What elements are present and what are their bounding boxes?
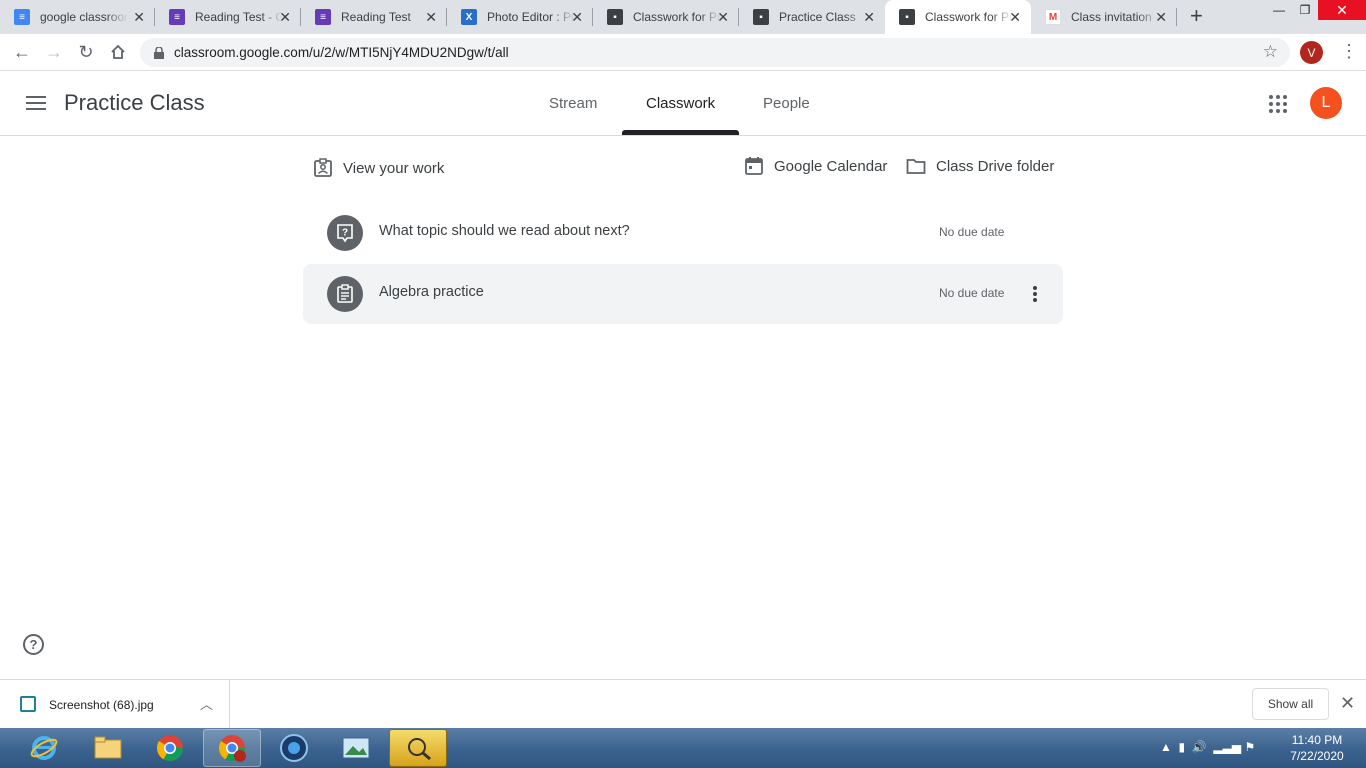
photo-viewer-icon[interactable] bbox=[327, 729, 385, 767]
media-player-icon[interactable] bbox=[265, 729, 323, 767]
close-download-bar-icon[interactable]: ✕ bbox=[1340, 693, 1355, 714]
tab-title: Reading Test bbox=[341, 10, 411, 24]
snipping-tool-icon[interactable] bbox=[389, 729, 447, 767]
internet-explorer-icon[interactable] bbox=[15, 729, 73, 767]
question-icon: ? bbox=[327, 215, 363, 251]
close-tab-icon[interactable]: ✕ bbox=[425, 9, 437, 25]
classwork-item-title: What topic should we read about next? bbox=[379, 223, 630, 239]
lock-icon bbox=[154, 46, 164, 59]
class-drive-folder-label: Class Drive folder bbox=[936, 157, 1055, 175]
page-title[interactable]: Practice Class bbox=[64, 90, 205, 116]
address-bar[interactable]: classroom.google.com/u/2/w/MTI5NjY4MDU2N… bbox=[140, 38, 1290, 67]
pixlr-icon: X bbox=[461, 9, 477, 25]
taskbar-clock[interactable]: 11:40 PM 7/22/2020 bbox=[1282, 732, 1352, 764]
classroom-header: Practice Class Stream Classwork People L bbox=[0, 71, 1366, 136]
assignment-icon bbox=[327, 276, 363, 312]
bookmark-star-icon[interactable]: ☆ bbox=[1263, 42, 1278, 62]
calendar-icon bbox=[745, 157, 763, 175]
browser-tab[interactable]: M Class invitation ✕ bbox=[1031, 0, 1177, 34]
home-icon[interactable] bbox=[107, 41, 129, 63]
help-icon[interactable]: ? bbox=[23, 634, 44, 655]
user-avatar[interactable]: L bbox=[1310, 87, 1342, 119]
browser-menu-icon[interactable]: ⋮ bbox=[1340, 42, 1358, 60]
classroom-icon: ▪ bbox=[899, 9, 915, 25]
tab-title: Classwork for Practice Class bbox=[633, 10, 721, 24]
class-drive-folder-button[interactable]: Class Drive folder bbox=[906, 156, 1054, 176]
browser-profile-avatar[interactable]: V bbox=[1300, 41, 1323, 64]
browser-tab[interactable]: ≡ Reading Test - Google Forms ✕ bbox=[155, 0, 301, 34]
file-explorer-icon[interactable] bbox=[79, 729, 137, 767]
system-tray-icons[interactable]: ▲ ▮ 🔊 ▂▃▅ ⚑ bbox=[1160, 740, 1255, 754]
classroom-icon: ▪ bbox=[753, 9, 769, 25]
restore-icon[interactable]: ❐ bbox=[1290, 0, 1320, 20]
view-your-work-label: View your work bbox=[343, 159, 445, 177]
classwork-item-assignment[interactable]: Algebra practice No due date bbox=[303, 264, 1063, 324]
classwork-item-due: No due date bbox=[939, 225, 1005, 239]
view-your-work-button[interactable]: View your work bbox=[313, 158, 444, 178]
tab-title: Reading Test - Google Forms bbox=[195, 10, 283, 24]
windows-taskbar: ▲ ▮ 🔊 ▂▃▅ ⚑ 11:40 PM 7/22/2020 bbox=[0, 728, 1366, 768]
browser-tab[interactable]: ≡ google classroom ✕ bbox=[0, 0, 155, 34]
forms-icon: ≡ bbox=[315, 9, 331, 25]
tab-title: google classroom bbox=[40, 10, 128, 24]
tab-people[interactable]: People bbox=[763, 95, 810, 112]
tab-title: Class invitation bbox=[1071, 10, 1152, 24]
close-tab-icon[interactable]: ✕ bbox=[717, 9, 729, 25]
chevron-up-icon[interactable]: ︿ bbox=[200, 694, 213, 713]
download-bar: Screenshot (68).jpg ︿ Show all ✕ bbox=[0, 679, 1366, 729]
docs-icon: ≡ bbox=[14, 9, 30, 25]
tab-title: Classwork for Practice Class bbox=[925, 10, 1013, 24]
google-calendar-label: Google Calendar bbox=[774, 157, 888, 175]
url-text: classroom.google.com/u/2/w/MTI5NjY4MDU2N… bbox=[174, 45, 509, 60]
gmail-icon: M bbox=[1045, 9, 1061, 25]
browser-tab[interactable]: ▪ Practice Class ✕ bbox=[739, 0, 885, 34]
browser-tab[interactable]: ▪ Classwork for Practice Class ✕ bbox=[593, 0, 739, 34]
main-menu-icon[interactable] bbox=[26, 96, 46, 110]
clock-date: 7/22/2020 bbox=[1290, 749, 1344, 763]
clock-time: 11:40 PM bbox=[1291, 733, 1343, 747]
tab-classwork[interactable]: Classwork bbox=[646, 95, 715, 112]
more-options-icon[interactable] bbox=[1032, 286, 1038, 302]
close-tab-icon[interactable]: ✕ bbox=[1155, 9, 1167, 25]
forward-icon[interactable]: → bbox=[43, 41, 65, 63]
close-tab-icon[interactable]: ✕ bbox=[133, 9, 145, 25]
browser-tab-strip: ≡ google classroom ✕ ≡ Reading Test - Go… bbox=[0, 0, 1366, 34]
image-file-icon bbox=[20, 696, 36, 712]
browser-tab-active[interactable]: ▪ Classwork for Practice Class ✕ bbox=[885, 0, 1031, 34]
tab-divider bbox=[1176, 8, 1177, 26]
forms-icon: ≡ bbox=[169, 9, 185, 25]
browser-tab[interactable]: X Photo Editor : Pixlr ✕ bbox=[447, 0, 593, 34]
show-all-button[interactable]: Show all bbox=[1252, 688, 1329, 720]
google-apps-icon[interactable] bbox=[1269, 95, 1287, 113]
close-window-icon[interactable]: ✕ bbox=[1318, 0, 1366, 20]
download-item[interactable]: Screenshot (68).jpg ︿ bbox=[0, 680, 230, 729]
classwork-item-question[interactable]: ? What topic should we read about next? … bbox=[303, 203, 1063, 263]
close-tab-icon[interactable]: ✕ bbox=[1009, 9, 1021, 25]
chrome-profile-icon[interactable] bbox=[203, 729, 261, 767]
back-icon[interactable]: ← bbox=[11, 41, 33, 63]
close-tab-icon[interactable]: ✕ bbox=[571, 9, 583, 25]
classroom-icon: ▪ bbox=[607, 9, 623, 25]
close-tab-icon[interactable]: ✕ bbox=[863, 9, 875, 25]
tab-title: Practice Class bbox=[779, 10, 856, 24]
reload-icon[interactable]: ↻ bbox=[75, 41, 97, 63]
tab-stream[interactable]: Stream bbox=[549, 95, 597, 112]
folder-icon bbox=[906, 159, 926, 174]
google-calendar-button[interactable]: Google Calendar bbox=[744, 156, 887, 176]
close-tab-icon[interactable]: ✕ bbox=[279, 9, 291, 25]
chrome-icon[interactable] bbox=[141, 729, 199, 767]
browser-tab[interactable]: ≡ Reading Test ✕ bbox=[301, 0, 447, 34]
new-tab-icon[interactable]: + bbox=[1190, 5, 1203, 27]
classwork-item-title: Algebra practice bbox=[379, 284, 484, 300]
tab-title: Photo Editor : Pixlr bbox=[487, 10, 575, 24]
classwork-item-due: No due date bbox=[939, 286, 1005, 300]
svg-text:?: ? bbox=[342, 228, 348, 239]
assigned-work-icon bbox=[314, 158, 332, 177]
browser-toolbar: ← → ↻ classroom.google.com/u/2/w/MTI5NjY… bbox=[0, 34, 1366, 71]
download-file-name: Screenshot (68).jpg bbox=[49, 698, 154, 712]
active-tab-indicator bbox=[622, 130, 739, 135]
